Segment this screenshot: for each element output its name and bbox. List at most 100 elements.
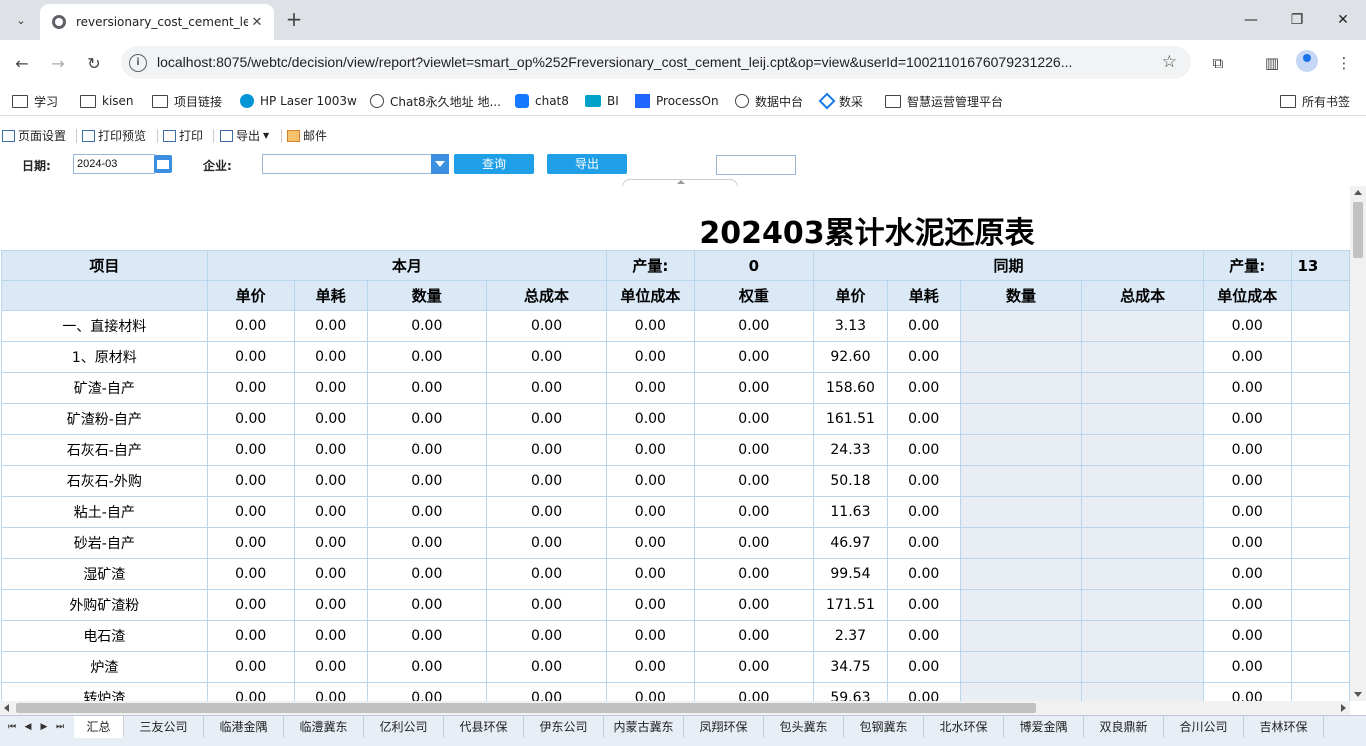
- table-cell: 0.00: [485, 372, 608, 404]
- table-cell: 0.00: [206, 651, 295, 683]
- table-cell: [1290, 589, 1350, 621]
- all-bookmarks[interactable]: 所有书签: [1280, 92, 1350, 110]
- sheet-tab[interactable]: 亿利公司: [364, 716, 444, 738]
- bookmark-item[interactable]: BI: [585, 92, 619, 110]
- url-text[interactable]: localhost:8075/webtc/decision/view/repor…: [157, 54, 1152, 70]
- last-sheet-icon[interactable]: ⏭: [52, 720, 68, 734]
- forward-arrow-icon[interactable]: →: [46, 51, 70, 75]
- next-sheet-icon[interactable]: ▶: [36, 720, 52, 734]
- reload-icon[interactable]: ↻: [82, 51, 106, 75]
- table-cell: 027: [959, 465, 1083, 497]
- horizontal-scroll-thumb[interactable]: [16, 703, 1036, 713]
- table-cell: 石灰石-外购: [1, 465, 208, 497]
- dropdown-arrow-icon[interactable]: [431, 154, 449, 174]
- scroll-down-arrow-icon[interactable]: [1354, 692, 1362, 697]
- print-button[interactable]: 打印: [163, 127, 203, 144]
- sheet-tab[interactable]: 代县环保: [444, 716, 524, 738]
- date-input[interactable]: 2024-03: [73, 154, 155, 174]
- company-select[interactable]: [262, 154, 432, 174]
- header-cell: 单价: [206, 280, 295, 311]
- new-tab-icon[interactable]: +: [282, 8, 306, 32]
- table-cell: 0.00: [485, 341, 608, 373]
- scroll-up-arrow-icon[interactable]: [1354, 190, 1362, 195]
- print-label: 打印: [179, 129, 204, 143]
- bookmark-star-icon[interactable]: ☆: [1162, 52, 1177, 72]
- table-cell: 0.00: [485, 310, 608, 342]
- bookmark-item[interactable]: 学习: [12, 92, 58, 110]
- table-cell: 61: [959, 341, 1083, 373]
- site-info-icon[interactable]: i: [129, 54, 147, 72]
- sheet-tab-active[interactable]: 汇总: [74, 716, 124, 738]
- mail-button[interactable]: 邮件: [287, 127, 327, 144]
- bookmark-label: 数据中台: [755, 94, 804, 109]
- close-window-icon[interactable]: ✕: [1320, 0, 1366, 40]
- bookmark-item[interactable]: 智慧运营管理平台: [885, 92, 1003, 110]
- bookmark-item[interactable]: Chat8永久地址 地...: [370, 92, 501, 110]
- table-cell: 粘土-自产: [1, 496, 208, 528]
- table-cell: 171.51: [813, 589, 888, 621]
- table-cell: 0.00: [366, 496, 487, 528]
- table-cell: [1290, 558, 1350, 590]
- extensions-puzzle-icon[interactable]: ⧉: [1207, 52, 1229, 74]
- restore-icon[interactable]: ❐: [1274, 0, 1320, 40]
- sheet-tab[interactable]: 包钢冀东: [844, 716, 924, 738]
- tab-search-chevron-icon[interactable]: ⌄: [8, 8, 34, 32]
- side-panel-icon[interactable]: ▥: [1261, 52, 1283, 74]
- sheet-tab[interactable]: 合川公司: [1164, 716, 1244, 738]
- address-bar[interactable]: i localhost:8075/webtc/decision/view/rep…: [121, 46, 1191, 79]
- bookmark-label: HP Laser 1003w: [260, 94, 357, 108]
- bookmark-item[interactable]: 项目链接: [152, 92, 222, 110]
- profile-avatar-icon[interactable]: [1296, 50, 1318, 72]
- browser-tab-title: reversionary_cost_cement_lei: [76, 15, 248, 29]
- export-button[interactable]: 导出: [547, 154, 627, 174]
- sheet-tab[interactable]: 凤翔环保: [684, 716, 764, 738]
- menu-kebab-icon[interactable]: ⋮: [1333, 52, 1355, 74]
- export-menu-button[interactable]: 导出 ▼: [220, 127, 269, 144]
- sheet-tab[interactable]: 伊东公司: [524, 716, 604, 738]
- table-cell: 0.00: [1202, 558, 1292, 590]
- first-sheet-icon[interactable]: ⏮: [4, 720, 20, 734]
- close-tab-icon[interactable]: ✕: [248, 15, 266, 30]
- bookmark-item[interactable]: chat8: [515, 92, 569, 110]
- calendar-icon[interactable]: [154, 155, 172, 173]
- vertical-scroll-thumb[interactable]: [1353, 202, 1363, 258]
- scroll-left-arrow-icon[interactable]: [4, 704, 9, 712]
- sheet-tab[interactable]: 临港金隅: [204, 716, 284, 738]
- browser-tab-active[interactable]: reversionary_cost_cement_lei ✕: [40, 4, 274, 40]
- table-cell: 34.75: [813, 651, 888, 683]
- bookmark-item[interactable]: 数据中台: [735, 92, 803, 110]
- table-cell: 59.63: [813, 682, 888, 701]
- table-cell: 103339.95: [959, 682, 1083, 701]
- header-cell: 数量: [959, 280, 1083, 311]
- page-setup-button[interactable]: 页面设置: [2, 127, 66, 144]
- minimize-icon[interactable]: —: [1228, 0, 1274, 40]
- table-cell: 0: [1081, 620, 1204, 652]
- sheet-tab[interactable]: 内蒙古冀东: [604, 716, 684, 738]
- bookmark-item[interactable]: kisen: [80, 92, 134, 110]
- table-cell: 湿矿渣: [1, 558, 208, 590]
- vertical-scrollbar[interactable]: [1350, 186, 1366, 701]
- bookmark-item[interactable]: 数采: [818, 92, 863, 110]
- folder-icon: [152, 94, 168, 108]
- scroll-right-arrow-icon[interactable]: [1341, 704, 1346, 712]
- table-cell: 0.00: [886, 465, 961, 497]
- extra-param-input[interactable]: [716, 155, 796, 175]
- table-row: 电石渣0.000.000.000.000.000.002.370.00542 .…: [1, 620, 1350, 652]
- sheet-tab[interactable]: 临澧冀东: [284, 716, 364, 738]
- sheet-tab[interactable]: 博爱金隅: [1004, 716, 1084, 738]
- table-cell: 0.00: [293, 310, 368, 342]
- back-arrow-icon[interactable]: ←: [10, 51, 34, 75]
- print-preview-button[interactable]: 打印预览: [82, 127, 146, 144]
- sheet-tab[interactable]: 三友公司: [124, 716, 204, 738]
- table-cell: 0.00: [206, 682, 295, 701]
- sheet-tab[interactable]: 北水环保: [924, 716, 1004, 738]
- sheet-tab[interactable]: 吉林环保: [1244, 716, 1324, 738]
- table-cell: 542 .8: [959, 620, 1083, 652]
- sheet-tab[interactable]: 包头冀东: [764, 716, 844, 738]
- query-button[interactable]: 查询: [454, 154, 534, 174]
- horizontal-scrollbar[interactable]: [0, 701, 1350, 715]
- sheet-tab[interactable]: 双良鼎新: [1084, 716, 1164, 738]
- bookmark-item[interactable]: HP Laser 1003w: [240, 92, 357, 110]
- bookmark-item[interactable]: ProcessOn: [635, 92, 719, 110]
- prev-sheet-icon[interactable]: ◀: [20, 720, 36, 734]
